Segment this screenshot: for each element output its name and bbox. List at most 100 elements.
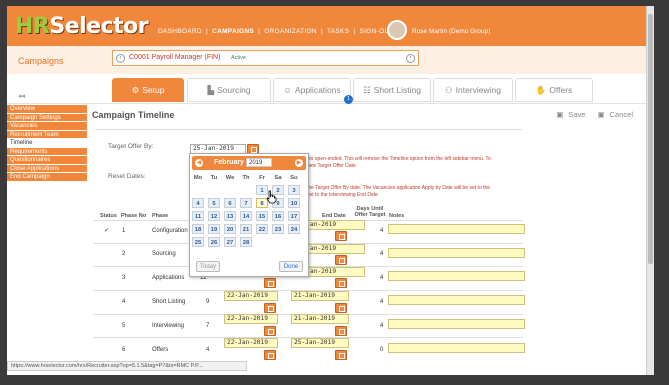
scrollbar-thumb[interactable] bbox=[648, 14, 653, 264]
col-days-until-line2: Offer Target bbox=[354, 212, 386, 218]
calendar-day[interactable]: 7 bbox=[240, 198, 252, 208]
calendar-day[interactable]: 15 bbox=[256, 211, 268, 221]
end-date-input[interactable]: 21-Jan-2019 bbox=[291, 314, 349, 324]
sidebar-item-overview[interactable]: Overview bbox=[7, 105, 87, 114]
calendar-day[interactable]: 18 bbox=[192, 224, 204, 234]
calendar-icon[interactable] bbox=[335, 278, 347, 288]
calendar-icon[interactable] bbox=[264, 350, 276, 360]
calendar-day[interactable]: 28 bbox=[240, 237, 252, 247]
calendar-day[interactable]: 4 bbox=[192, 198, 204, 208]
calendar-day[interactable]: 5 bbox=[208, 198, 220, 208]
end-date-input[interactable]: an-2019 bbox=[307, 244, 365, 254]
save-label: Save bbox=[568, 110, 586, 119]
calendar-day[interactable]: 24 bbox=[288, 224, 300, 234]
calendar-day[interactable]: 12 bbox=[208, 211, 220, 221]
calendar-day[interactable]: 19 bbox=[208, 224, 220, 234]
calendar-icon[interactable] bbox=[264, 326, 276, 336]
days-until: 4 bbox=[380, 323, 384, 329]
calendar-icon[interactable] bbox=[264, 303, 276, 313]
calendar-day[interactable]: 17 bbox=[288, 211, 300, 221]
days-until: 4 bbox=[380, 275, 384, 281]
tab-short-listing[interactable]: ☷ Short Listing bbox=[353, 78, 431, 102]
weekday-label: Su bbox=[290, 175, 298, 181]
next-campaign-icon[interactable]: › bbox=[406, 54, 415, 63]
tab-label: Sourcing bbox=[216, 85, 251, 95]
start-date-input[interactable]: 22-Jan-2019 bbox=[224, 291, 278, 301]
calendar-day[interactable]: 11 bbox=[192, 211, 204, 221]
today-button[interactable]: Today bbox=[196, 261, 220, 272]
notes-input[interactable] bbox=[388, 224, 525, 234]
save-button[interactable]: ▣ Save bbox=[551, 110, 585, 119]
year-select[interactable]: 2019 bbox=[246, 158, 272, 167]
sidebar-item-vacancies[interactable]: Vacancies bbox=[7, 122, 87, 131]
calendar-icon[interactable] bbox=[335, 326, 347, 336]
user-name[interactable]: Rose Martin (Demo Group) bbox=[412, 28, 490, 35]
col-end-date: End Date bbox=[322, 213, 346, 219]
calendar-day[interactable]: 25 bbox=[192, 237, 204, 247]
note-text: new Target Offer Date bbox=[307, 163, 356, 169]
tab-setup[interactable]: ⚙ Setup bbox=[112, 78, 184, 102]
logo[interactable]: HRSelector bbox=[15, 14, 149, 39]
tab-label: Short Listing bbox=[373, 85, 421, 95]
cancel-icon: ▣ bbox=[597, 110, 605, 119]
calendar-icon[interactable] bbox=[335, 303, 347, 313]
campaign-selector[interactable]: ‹ C0001 Payroll Manager (FIN) Active › bbox=[112, 50, 419, 66]
nav-campaigns[interactable]: CAMPAIGNS bbox=[212, 28, 254, 35]
col-days-until: Days Until Offer Target bbox=[353, 206, 387, 218]
start-date-input[interactable]: 22-Jan-2019 bbox=[224, 314, 278, 324]
tab-offers[interactable]: ✋ Offers bbox=[515, 78, 593, 102]
end-date-input[interactable]: an-2019 bbox=[307, 220, 365, 230]
prev-campaign-icon[interactable]: ‹ bbox=[116, 54, 125, 63]
notes-input[interactable] bbox=[388, 319, 525, 329]
sidebar-item-timeline[interactable]: Timeline bbox=[7, 139, 87, 148]
sidebar-item-recruitment-team[interactable]: Recruitment Team bbox=[7, 130, 87, 139]
tab-sourcing[interactable]: ▙ Sourcing bbox=[187, 78, 271, 102]
notes-input[interactable] bbox=[388, 248, 525, 258]
calendar-day[interactable]: 20 bbox=[224, 224, 236, 234]
end-date-input[interactable]: 25-Jan-2019 bbox=[291, 338, 349, 348]
tab-label: Applications bbox=[294, 85, 341, 95]
col-phase: Phase bbox=[152, 213, 169, 219]
calendar-day[interactable]: 3 bbox=[288, 185, 300, 195]
vertical-scrollbar[interactable] bbox=[646, 6, 654, 375]
notes-input[interactable] bbox=[388, 343, 525, 353]
calendar-icon[interactable] bbox=[335, 350, 347, 360]
tab-applications[interactable]: ☺ Applications 1 bbox=[273, 78, 353, 104]
sidebar-item-questionnaires[interactable]: Questionnaires bbox=[7, 156, 87, 165]
campaign-title: C0001 Payroll Manager (FIN) bbox=[129, 54, 221, 61]
sidebar-item-campaign-settings[interactable]: Campaign Settings bbox=[7, 113, 87, 122]
nav-organization[interactable]: ORGANIZATION bbox=[264, 28, 317, 35]
end-date-input[interactable]: an-2019 bbox=[307, 267, 365, 277]
collapse-sidebar-icon[interactable]: ◂◂ bbox=[18, 92, 25, 100]
prev-month-icon[interactable]: ◀ bbox=[195, 159, 203, 167]
calendar-day[interactable]: 13 bbox=[224, 211, 236, 221]
end-date-input[interactable]: 21-Jan-2019 bbox=[291, 291, 349, 301]
nav-tasks[interactable]: TASKS bbox=[327, 28, 349, 35]
calendar-day[interactable]: 16 bbox=[272, 211, 284, 221]
calendar-day[interactable]: 22 bbox=[256, 224, 268, 234]
calendar-icon[interactable] bbox=[335, 231, 347, 241]
calendar-day[interactable]: 27 bbox=[224, 237, 236, 247]
calendar-day[interactable]: 26 bbox=[208, 237, 220, 247]
calendar-day[interactable]: 6 bbox=[224, 198, 236, 208]
sidebar-item-close-applications[interactable]: Close Applications bbox=[7, 164, 87, 173]
breadcrumb[interactable]: Campaigns bbox=[18, 56, 64, 66]
cancel-button[interactable]: ▣ Cancel bbox=[593, 110, 633, 119]
calendar-day[interactable]: 10 bbox=[288, 198, 300, 208]
nav-dashboard[interactable]: DASHBOARD bbox=[158, 28, 202, 35]
notes-input[interactable] bbox=[388, 295, 525, 305]
calendar-day[interactable]: 21 bbox=[240, 224, 252, 234]
calendar-day[interactable]: 23 bbox=[272, 224, 284, 234]
calendar-day[interactable]: 14 bbox=[240, 211, 252, 221]
avatar[interactable] bbox=[387, 20, 407, 40]
done-button[interactable]: Done bbox=[279, 261, 303, 272]
calendar-icon[interactable] bbox=[335, 255, 347, 265]
notes-input[interactable] bbox=[388, 271, 525, 281]
phase-name: Sourcing bbox=[152, 251, 176, 257]
sidebar-item-requirements[interactable]: Requirements bbox=[7, 147, 87, 156]
start-date-input[interactable]: 22-Jan-2019 bbox=[224, 338, 278, 348]
next-month-icon[interactable]: ▶ bbox=[295, 159, 303, 167]
tab-interviewing[interactable]: ⚇ Interviewing bbox=[433, 78, 513, 102]
calendar-icon[interactable] bbox=[264, 278, 276, 288]
sidebar-item-end-campaign[interactable]: End Campaign bbox=[7, 173, 87, 182]
